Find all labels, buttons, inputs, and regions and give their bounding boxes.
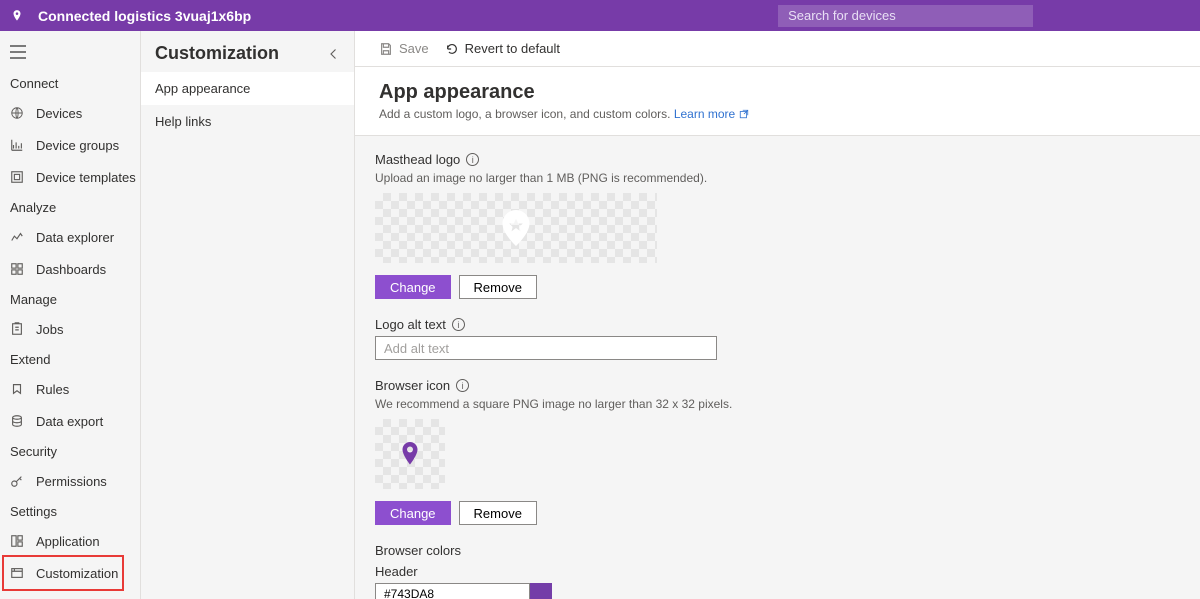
sub-nav: Customization App appearance Help links [141, 31, 355, 599]
sub-nav-item-help-links[interactable]: Help links [141, 105, 354, 138]
sidebar-item-device-groups[interactable]: Device groups [0, 129, 140, 161]
toolbar: Save Revert to default [355, 31, 1200, 67]
browser-icon-label: Browser icon i [375, 378, 1180, 393]
sidebar: Connect Devices Device groups Device tem… [0, 31, 141, 599]
sub-nav-item-label: Help links [155, 114, 211, 129]
alt-text-label: Logo alt text i [375, 317, 1180, 332]
topbar: Connected logistics 3vuaj1x6bp [0, 0, 1200, 31]
info-icon[interactable]: i [456, 379, 469, 392]
page-header: App appearance Add a custom logo, a brow… [355, 67, 1200, 136]
pin-icon [502, 210, 530, 246]
sidebar-item-label: Customization [36, 566, 118, 581]
browser-icon-helper: We recommend a square PNG image no large… [375, 397, 1180, 411]
explorer-icon [10, 230, 24, 244]
app-title: Connected logistics 3vuaj1x6bp [38, 8, 251, 24]
browser-icon-change-button[interactable]: Change [375, 501, 451, 525]
masthead-logo-label: Masthead logo i [375, 152, 1180, 167]
sidebar-item-label: Devices [36, 106, 82, 121]
revert-label: Revert to default [465, 41, 560, 56]
revert-icon [445, 42, 459, 56]
pin-icon [401, 442, 419, 466]
rules-icon [10, 382, 24, 396]
main: Save Revert to default App appearance Ad… [355, 31, 1200, 599]
masthead-change-button[interactable]: Change [375, 275, 451, 299]
browser-icon-preview [375, 419, 445, 489]
save-button[interactable]: Save [379, 41, 429, 56]
jobs-icon [10, 322, 24, 336]
sidebar-group-connect: Connect [0, 69, 140, 97]
browser-colors-label: Browser colors [375, 543, 1180, 558]
masthead-logo-preview [375, 193, 657, 263]
app-pin-icon [10, 7, 24, 25]
masthead-helper: Upload an image no larger than 1 MB (PNG… [375, 171, 1180, 185]
sidebar-item-label: Permissions [36, 474, 107, 489]
chart-icon [10, 138, 24, 152]
sidebar-item-rules[interactable]: Rules [0, 373, 140, 405]
sidebar-item-data-explorer[interactable]: Data explorer [0, 221, 140, 253]
sidebar-group-security: Security [0, 437, 140, 465]
sidebar-item-customization[interactable]: Customization [0, 557, 140, 589]
search-input[interactable] [778, 5, 1033, 27]
revert-button[interactable]: Revert to default [445, 41, 560, 56]
sidebar-item-label: Dashboards [36, 262, 106, 277]
template-icon [10, 170, 24, 184]
sidebar-item-label: Application [36, 534, 100, 549]
info-icon[interactable]: i [466, 153, 479, 166]
back-button[interactable] [324, 44, 344, 64]
browser-icon-remove-button[interactable]: Remove [459, 501, 537, 525]
sidebar-item-application[interactable]: Application [0, 525, 140, 557]
sidebar-group-extend: Extend [0, 345, 140, 373]
export-icon [10, 414, 24, 428]
sidebar-item-dashboards[interactable]: Dashboards [0, 253, 140, 285]
sidebar-item-data-export[interactable]: Data export [0, 405, 140, 437]
sidebar-item-label: Device groups [36, 138, 119, 153]
app-icon [10, 534, 24, 548]
sidebar-item-devices[interactable]: Devices [0, 97, 140, 129]
sidebar-group-settings: Settings [0, 497, 140, 525]
page-subtitle: Add a custom logo, a browser icon, and c… [379, 107, 1176, 121]
hamburger-button[interactable] [0, 35, 140, 69]
custom-icon [10, 566, 24, 580]
sidebar-item-label: Data export [36, 414, 103, 429]
save-icon [379, 42, 393, 56]
sidebar-item-label: Jobs [36, 322, 63, 337]
sidebar-item-label: Device templates [36, 170, 136, 185]
sub-nav-item-app-appearance[interactable]: App appearance [141, 72, 354, 105]
learn-more-link[interactable]: Learn more [674, 107, 749, 121]
header-color-input[interactable] [375, 583, 530, 599]
key-icon [10, 474, 24, 488]
save-label: Save [399, 41, 429, 56]
header-color-label: Header [375, 564, 1180, 579]
sidebar-item-label: Rules [36, 382, 69, 397]
alt-text-input[interactable] [375, 336, 717, 360]
sub-nav-item-label: App appearance [155, 81, 250, 96]
info-icon[interactable]: i [452, 318, 465, 331]
sidebar-group-manage: Manage [0, 285, 140, 313]
dashboard-icon [10, 262, 24, 276]
form-area: Masthead logo i Upload an image no large… [355, 136, 1200, 599]
masthead-remove-button[interactable]: Remove [459, 275, 537, 299]
devices-icon [10, 106, 24, 120]
sidebar-group-analyze: Analyze [0, 193, 140, 221]
header-color-swatch[interactable] [530, 583, 552, 599]
sidebar-item-label: Data explorer [36, 230, 114, 245]
sidebar-item-jobs[interactable]: Jobs [0, 313, 140, 345]
page-title: App appearance [379, 81, 1176, 104]
sub-nav-title: Customization [155, 43, 279, 64]
sidebar-item-device-templates[interactable]: Device templates [0, 161, 140, 193]
sidebar-item-permissions[interactable]: Permissions [0, 465, 140, 497]
